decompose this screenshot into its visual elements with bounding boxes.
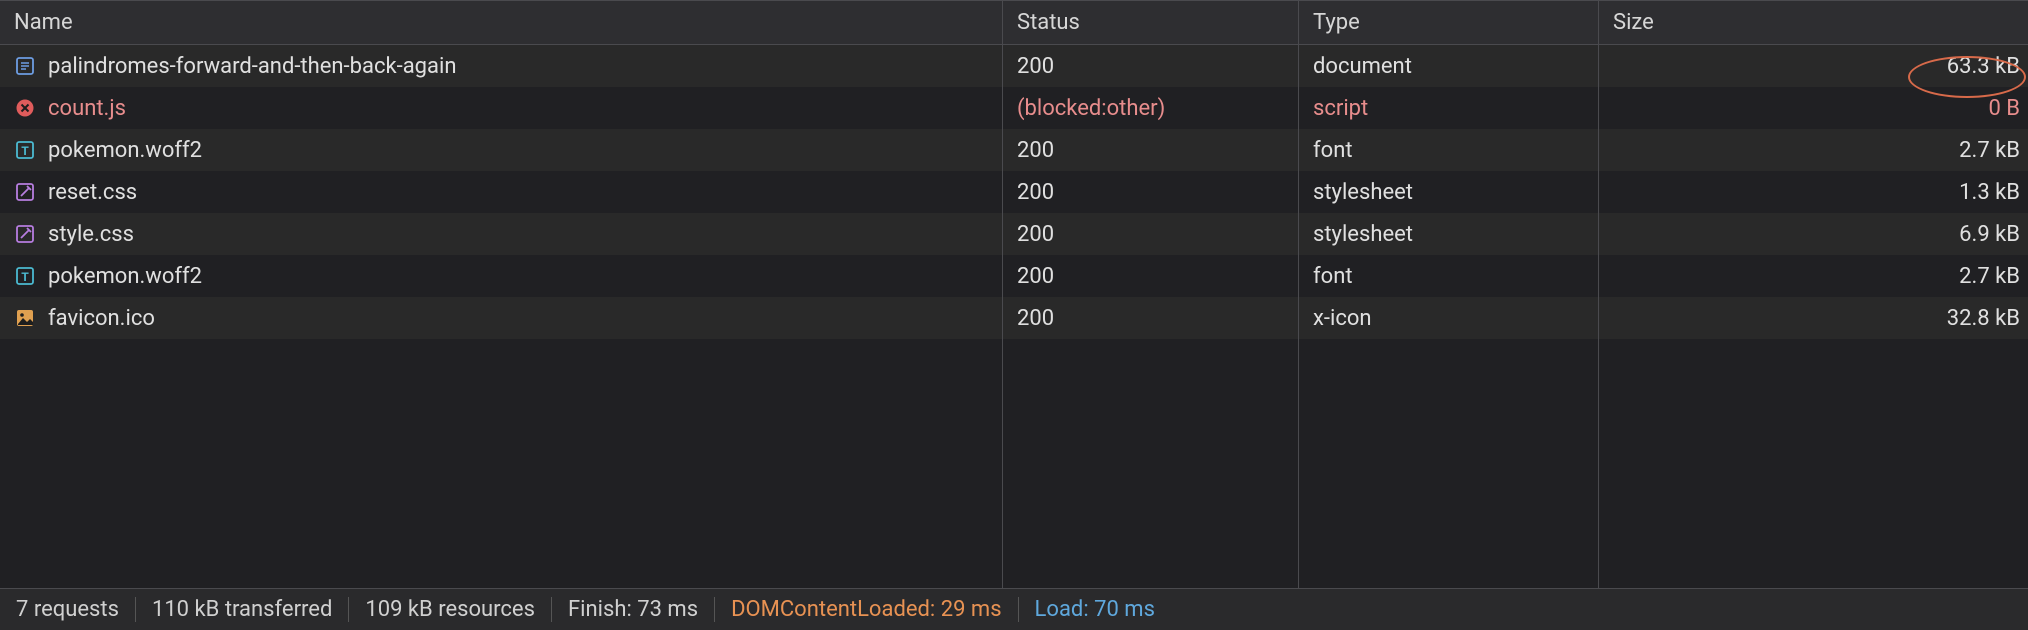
load-time: Load: 70 ms bbox=[1019, 597, 1171, 622]
cell-type: document bbox=[1299, 45, 1599, 87]
resource-name: pokemon.woff2 bbox=[48, 138, 202, 163]
cell-name: Tpokemon.woff2 bbox=[0, 255, 1003, 297]
image-icon bbox=[14, 307, 36, 329]
table-row[interactable]: Tpokemon.woff2200font2.7 kB bbox=[0, 129, 2028, 171]
cell-name: style.css bbox=[0, 213, 1003, 255]
table-body: palindromes-forward-and-then-back-again 2… bbox=[0, 45, 2028, 588]
resources-size: 109 kB resources bbox=[349, 597, 552, 622]
cell-name: reset.css bbox=[0, 171, 1003, 213]
cell-type: font bbox=[1299, 255, 1599, 297]
cell-name: favicon.ico bbox=[0, 297, 1003, 339]
network-panel: Name Status Type Size palindromes-forwar… bbox=[0, 0, 2028, 630]
stylesheet-icon bbox=[14, 181, 36, 203]
svg-text:T: T bbox=[21, 270, 29, 284]
cell-type: stylesheet bbox=[1299, 213, 1599, 255]
cell-size: 63.3 kB bbox=[1599, 45, 2028, 87]
network-table: Name Status Type Size palindromes-forwar… bbox=[0, 0, 2028, 588]
table-row[interactable]: palindromes-forward-and-then-back-again 2… bbox=[0, 45, 2028, 87]
column-header-type[interactable]: Type bbox=[1299, 1, 1599, 44]
table-row[interactable]: style.css 200stylesheet6.9 kB bbox=[0, 213, 2028, 255]
requests-count: 7 requests bbox=[16, 597, 136, 622]
table-header-row: Name Status Type Size bbox=[0, 0, 2028, 45]
cell-status: 200 bbox=[1003, 171, 1299, 213]
cell-type: stylesheet bbox=[1299, 171, 1599, 213]
table-row[interactable]: favicon.ico 200x-icon32.8 kB bbox=[0, 297, 2028, 339]
resource-name: pokemon.woff2 bbox=[48, 264, 202, 289]
cell-name: count.js bbox=[0, 87, 1003, 129]
cell-type: script bbox=[1299, 87, 1599, 129]
resource-name: count.js bbox=[48, 96, 126, 121]
resource-name: palindromes-forward-and-then-back-again bbox=[48, 54, 457, 79]
cell-type: font bbox=[1299, 129, 1599, 171]
font-icon: T bbox=[14, 265, 36, 287]
cell-status: 200 bbox=[1003, 213, 1299, 255]
transferred-size: 110 kB transferred bbox=[136, 597, 349, 622]
cell-status: 200 bbox=[1003, 129, 1299, 171]
stylesheet-icon bbox=[14, 223, 36, 245]
cell-size: 32.8 kB bbox=[1599, 297, 2028, 339]
cell-status: 200 bbox=[1003, 297, 1299, 339]
svg-text:T: T bbox=[21, 144, 29, 158]
cell-status: 200 bbox=[1003, 255, 1299, 297]
cell-size: 1.3 kB bbox=[1599, 171, 2028, 213]
cell-type: x-icon bbox=[1299, 297, 1599, 339]
cell-size: 2.7 kB bbox=[1599, 255, 2028, 297]
cell-status: (blocked:other) bbox=[1003, 87, 1299, 129]
table-row[interactable]: reset.css 200stylesheet1.3 kB bbox=[0, 171, 2028, 213]
status-bar: 7 requests 110 kB transferred 109 kB res… bbox=[0, 588, 2028, 630]
document-icon bbox=[14, 55, 36, 77]
resource-name: favicon.ico bbox=[48, 306, 155, 331]
cell-size: 0 B bbox=[1599, 87, 2028, 129]
cell-status: 200 bbox=[1003, 45, 1299, 87]
cell-size: 2.7 kB bbox=[1599, 129, 2028, 171]
table-row[interactable]: Tpokemon.woff2200font2.7 kB bbox=[0, 255, 2028, 297]
finish-time: Finish: 73 ms bbox=[552, 597, 715, 622]
cell-name: palindromes-forward-and-then-back-again bbox=[0, 45, 1003, 87]
cell-name: Tpokemon.woff2 bbox=[0, 129, 1003, 171]
resource-name: reset.css bbox=[48, 180, 137, 205]
cell-size: 6.9 kB bbox=[1599, 213, 2028, 255]
table-row[interactable]: count.js (blocked:other)script0 B bbox=[0, 87, 2028, 129]
resource-name: style.css bbox=[48, 222, 134, 247]
error-icon bbox=[14, 97, 36, 119]
column-header-size[interactable]: Size bbox=[1599, 1, 2028, 44]
font-icon: T bbox=[14, 139, 36, 161]
column-header-status[interactable]: Status bbox=[1003, 1, 1299, 44]
domcontentloaded-time: DOMContentLoaded: 29 ms bbox=[715, 597, 1018, 622]
column-header-name[interactable]: Name bbox=[0, 1, 1003, 44]
empty-area bbox=[0, 339, 2028, 588]
